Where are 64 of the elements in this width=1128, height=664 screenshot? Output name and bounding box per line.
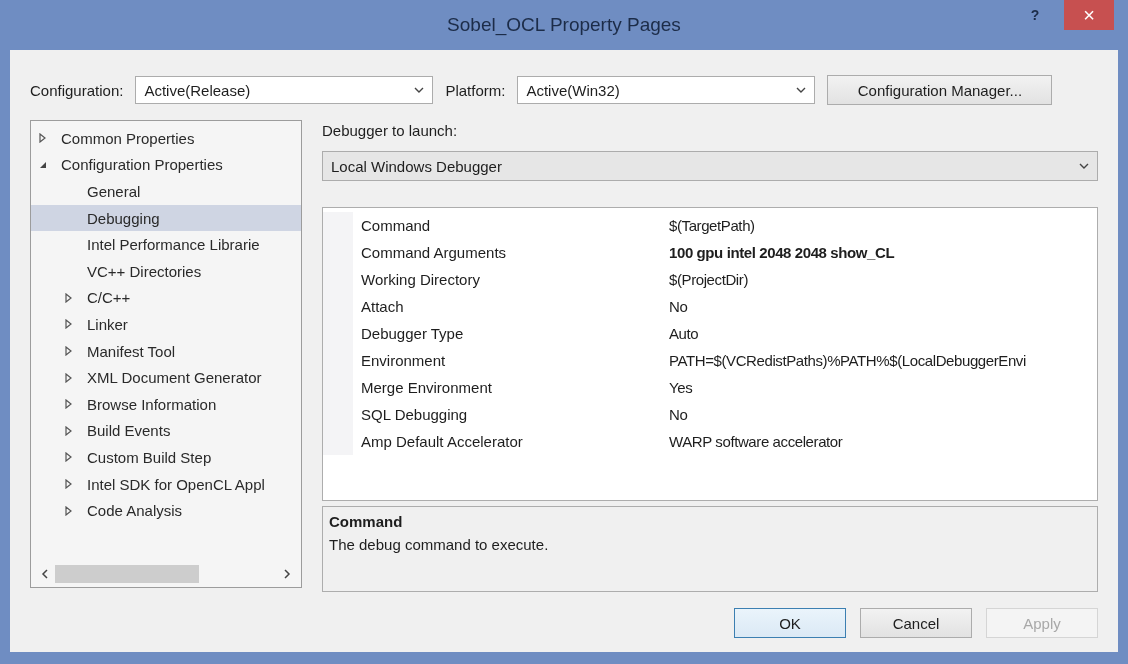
dialog-button[interactable]: OK: [734, 608, 846, 638]
collapse-arrow-icon: [39, 160, 47, 169]
tree-item[interactable]: Common Properties: [31, 125, 301, 152]
property-value[interactable]: $(TargetPath): [669, 217, 755, 234]
debugger-dropdown[interactable]: Local Windows Debugger: [322, 151, 1098, 181]
caret-icon: [414, 87, 425, 93]
expand-arrow-icon: [65, 346, 73, 357]
property-value[interactable]: PATH=$(VCRedistPaths)%PATH%$(LocalDebuggerEnvi: [669, 352, 1026, 369]
scroll-right-icon[interactable]: [283, 569, 291, 579]
property-name: Working Directory: [360, 271, 481, 288]
tree-item[interactable]: Manifest Tool: [31, 337, 301, 365]
expand-arrow-icon: [65, 479, 73, 489]
tree-item[interactable]: Debugging: [31, 204, 301, 232]
caret-icon: [796, 87, 807, 93]
expand-arrow-icon: [65, 399, 73, 410]
property-value[interactable]: No: [669, 298, 688, 315]
tree-item[interactable]: VC++ Directories: [31, 257, 301, 285]
tree-item[interactable]: Browse Information: [31, 390, 301, 418]
description-title: Command: [329, 513, 403, 530]
tree-item[interactable]: General: [31, 178, 301, 205]
dialog-button[interactable]: Cancel: [860, 608, 972, 638]
configuration-dropdown[interactable]: Active(Release): [135, 76, 434, 104]
property-name: Merge Environment: [360, 379, 493, 396]
property-name: SQL Debugging: [360, 406, 469, 423]
window-title: Sobel_OCL Property Pages: [447, 14, 681, 36]
property-value[interactable]: Auto: [669, 325, 699, 342]
tree-item[interactable]: C/C++: [31, 284, 301, 312]
property-name: Command: [360, 217, 432, 234]
tree-item[interactable]: Build Events: [31, 417, 301, 445]
description-text: The debug command to execute.: [329, 536, 549, 553]
expand-arrow-icon: [65, 319, 73, 330]
property-name: Amp Default Accelerator: [360, 433, 524, 450]
platform-label: Platform:: [445, 81, 506, 99]
configuration-label: Configuration:: [30, 81, 124, 99]
platform-dropdown[interactable]: Active(Win32): [517, 76, 816, 104]
expand-arrow-icon: [65, 292, 73, 303]
tree-item[interactable]: Intel SDK for OpenCL Appl: [31, 470, 301, 498]
property-value[interactable]: $(ProjectDir): [669, 271, 748, 288]
expand-arrow-icon: [65, 425, 73, 436]
caret-icon: [1079, 163, 1089, 169]
close-button[interactable]: ×: [1064, 0, 1114, 30]
tree-item[interactable]: Custom Build Step: [31, 444, 301, 471]
property-value[interactable]: 100 gpu intel 2048 2048 show_CL: [669, 244, 895, 261]
tree-item[interactable]: Intel Performance Librarie: [31, 231, 301, 258]
property-name: Attach: [360, 298, 405, 315]
property-name: Environment: [360, 352, 447, 369]
tree-item[interactable]: Code Analysis: [31, 497, 301, 524]
property-value[interactable]: No: [669, 406, 688, 423]
property-value[interactable]: WARP software accelerator: [669, 433, 843, 450]
property-name: Command Arguments: [360, 244, 508, 261]
tree-item[interactable]: XML Document Generator: [31, 364, 301, 391]
scrollbar-thumb[interactable]: [55, 565, 200, 583]
expand-arrow-icon: [65, 452, 73, 463]
debugger-label: Debugger to launch:: [322, 122, 459, 139]
property-name: Debugger Type: [360, 325, 465, 342]
expand-arrow-icon: [65, 372, 73, 383]
configuration-manager-button[interactable]: Configuration Manager...: [827, 75, 1053, 105]
help-button[interactable]: ?: [1020, 0, 1050, 30]
tree-item[interactable]: Linker: [31, 311, 301, 338]
scroll-left-icon[interactable]: [41, 569, 49, 579]
property-value[interactable]: Yes: [669, 379, 693, 396]
expand-arrow-icon: [39, 133, 47, 144]
tree-item[interactable]: Configuration Properties: [31, 151, 301, 179]
expand-arrow-icon: [65, 505, 73, 516]
